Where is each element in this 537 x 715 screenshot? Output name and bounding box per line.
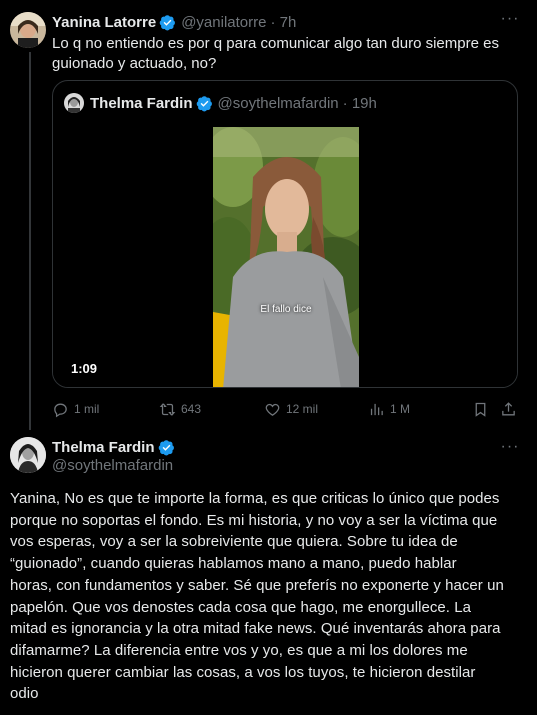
avatar-yanina[interactable]	[10, 12, 46, 48]
main-author-name[interactable]: Thelma Fardin	[52, 439, 155, 456]
main-text-line: Yanina, No es que te importe la forma, e…	[10, 490, 500, 507]
quoted-author-avatar	[64, 93, 84, 113]
main-text-line: vos esperas, voy a ser la sobreiviente q…	[10, 533, 458, 551]
video-frame: El fallo dice	[213, 127, 359, 387]
video-thumbnail-image	[213, 127, 359, 387]
main-text-line: hicieron querer cambiar las cosas, a vos…	[10, 663, 476, 681]
verified-badge-icon	[159, 14, 176, 30]
like-count: 12 mil	[286, 402, 319, 416]
reply-text-line: guionado y actuado, no?	[52, 55, 217, 72]
reply-button[interactable]: 1 mil	[52, 398, 99, 420]
main-author-handle[interactable]: @soythelmafardin	[52, 457, 173, 474]
reply-text-line: Lo q no entiendo es por q para comunicar…	[52, 35, 499, 52]
retweet-icon	[159, 402, 176, 416]
quoted-author-handle: @soythelmafardin	[217, 94, 339, 112]
views-count: 1 M	[390, 402, 411, 416]
quoted-timestamp: · 19h	[342, 94, 377, 112]
reply-more-icon[interactable]: ···	[500, 11, 520, 32]
quoted-tweet-card[interactable]: Thelma Fardin @soythelmafardin · 19h El …	[52, 80, 518, 388]
main-text-line: papelón. Que vos denostes cada cosa que …	[10, 598, 472, 616]
main-text-line: horas, con fundamentos y saber. Sé que p…	[10, 576, 504, 594]
heart-icon	[265, 403, 280, 416]
reply-timestamp[interactable]: · 7h	[270, 14, 296, 31]
retweet-button[interactable]: 643	[159, 398, 201, 420]
main-text-line: odio	[10, 685, 39, 703]
reply-author-name[interactable]: Yanina Latorre	[52, 14, 156, 31]
main-text-line: “guionado”, cuando quieras hablamos mano…	[10, 555, 457, 573]
reply-count: 1 mil	[74, 402, 100, 416]
analytics-icon	[370, 403, 383, 415]
thread-connector-line	[29, 52, 31, 430]
verified-badge-icon	[196, 95, 212, 111]
main-more-icon[interactable]: ···	[500, 439, 520, 460]
main-text-line: porque no soportas el fondo. Es mi histo…	[10, 511, 498, 529]
reply-icon	[54, 403, 67, 417]
like-button[interactable]: 12 mil	[264, 398, 318, 420]
avatar-yanina-image	[10, 12, 46, 48]
reply-tweet-text: Lo q no entiendo es por q para comunicar…	[52, 34, 522, 74]
video-caption: El fallo dice	[260, 304, 312, 315]
bookmark-icon	[475, 402, 486, 417]
video-duration: 1:09	[71, 361, 98, 376]
views-button[interactable]: 1 M	[368, 398, 410, 420]
avatar-thelma-image	[10, 437, 46, 473]
quoted-author-name: Thelma Fardin	[90, 94, 193, 112]
verified-badge-icon	[158, 439, 174, 455]
video-player[interactable]: El fallo dice 1:09	[53, 127, 517, 387]
avatar-thelma[interactable]	[10, 437, 46, 473]
main-text-line: difamarme? La diferencia entre vos y yo,…	[10, 641, 468, 659]
share-icon	[502, 401, 515, 415]
reply-author-handle[interactable]: @yanilatorre	[181, 14, 266, 31]
retweet-count: 643	[181, 402, 202, 416]
main-tweet-text: Yanina, No es que te importe la forma, e…	[10, 488, 530, 705]
bookmark-button[interactable]	[472, 398, 494, 420]
main-text-line: mitad es ignorancia y la otra mitad fake…	[10, 620, 501, 638]
reply-action-bar: 1 mil 643 12 mil 1 M	[52, 398, 518, 420]
share-button[interactable]	[500, 398, 522, 420]
quoted-avatar-image	[64, 93, 84, 113]
